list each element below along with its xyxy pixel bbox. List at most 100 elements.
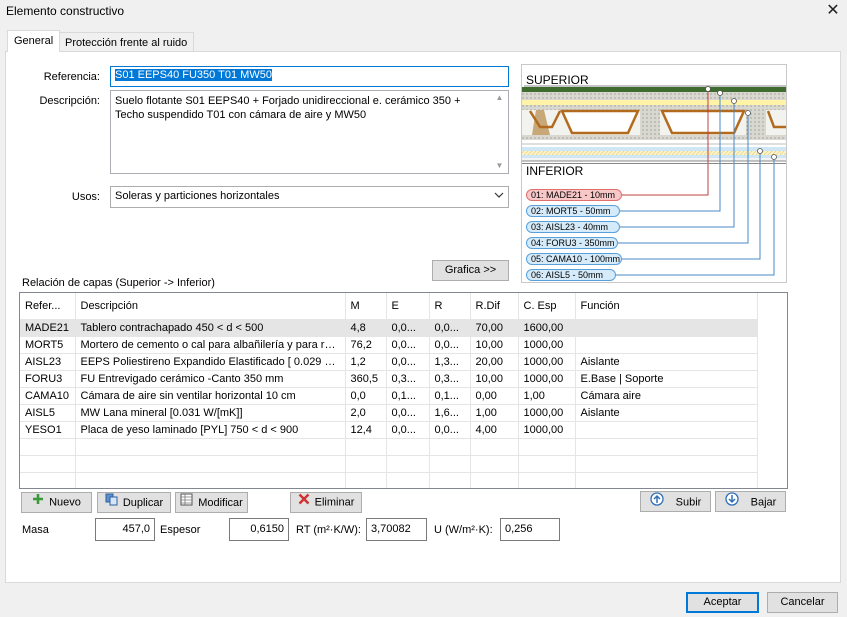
empty-cell — [518, 472, 576, 488]
layers-table[interactable]: Refer... Descripción M E R R.Dif C. Esp Función… — [19, 292, 788, 489]
empty-cell — [518, 455, 576, 473]
espesor-field[interactable]: 0,6150 — [229, 518, 289, 541]
table-cell: AISL23 — [20, 353, 76, 371]
subir-button[interactable]: Subir — [640, 491, 711, 512]
table-cell: 0,0... — [386, 319, 430, 337]
tab-proteccion-ruido[interactable]: Protección frente al ruido — [58, 32, 195, 52]
layer-tag: 04: FORU3 - 350mm — [526, 237, 618, 249]
empty-cell — [518, 438, 576, 456]
referencia-value: S01 EEPS40 FU350 T01 MW50 — [115, 69, 272, 81]
bajar-button[interactable]: Bajar — [715, 491, 786, 512]
column-header[interactable]: Refer... — [20, 293, 76, 320]
column-header[interactable]: Descripción — [75, 293, 346, 320]
descripcion-textarea[interactable]: Suelo flotante S01 EEPS40 + Forjado unid… — [110, 90, 509, 174]
close-icon[interactable]: ✕ — [822, 1, 844, 21]
table-cell: 1000,00 — [518, 421, 576, 439]
empty-cell — [20, 455, 76, 473]
tab-general[interactable]: General — [7, 30, 61, 52]
modificar-label: Modificar — [198, 496, 243, 509]
empty-cell — [575, 455, 758, 473]
masa-label: Masa — [22, 524, 49, 536]
empty-cell — [345, 438, 387, 456]
table-row[interactable]: AISL23 EEPS Poliestireno Expandido Elasti… — [20, 353, 758, 371]
column-header[interactable]: Función — [575, 293, 758, 320]
layer-tag: 03: AISL23 - 40mm — [526, 221, 620, 233]
table-row[interactable]: MORT5 Mortero de cemento o cal para albañ… — [20, 336, 758, 354]
descripcion-scrollbar[interactable]: ▲ ▼ — [491, 91, 508, 173]
layer-tag: 02: MORT5 - 50mm — [526, 205, 620, 217]
eliminar-label: Eliminar — [314, 496, 355, 509]
referencia-label: Referencia: — [43, 71, 100, 83]
usos-label: Usos: — [71, 191, 100, 203]
grafica-button[interactable]: Grafica >> — [432, 260, 509, 281]
rt-field[interactable]: 3,70082 — [366, 518, 427, 541]
table-cell: 1,2 — [345, 353, 387, 371]
column-header[interactable]: E — [386, 293, 430, 320]
column-header[interactable]: R — [429, 293, 471, 320]
table-cell: 360,5 — [345, 370, 387, 388]
table-cell: 0,0... — [429, 336, 471, 354]
chevron-down-icon — [494, 189, 504, 204]
table-cell: CAMA10 — [20, 387, 76, 405]
table-row[interactable]: YESO1 Placa de yeso laminado [PYL] 750 < … — [20, 421, 758, 439]
table-cell: 10,00 — [470, 370, 519, 388]
table-cell: 0,0... — [429, 421, 471, 439]
table-cell: Aislante — [575, 353, 758, 371]
column-header[interactable]: R.Dif — [470, 293, 519, 320]
scroll-up-icon[interactable]: ▲ — [491, 91, 508, 105]
column-header[interactable]: C. Esp — [518, 293, 576, 320]
column-header[interactable]: M — [345, 293, 387, 320]
delete-icon — [298, 493, 310, 512]
eliminar-button[interactable]: Eliminar — [290, 492, 362, 513]
table-row[interactable]: MADE21 Tablero contrachapado 450 < d < 50… — [20, 319, 758, 337]
table-cell: 0,3... — [429, 370, 471, 388]
superior-label: SUPERIOR — [526, 73, 589, 87]
u-field[interactable]: 0,256 — [500, 518, 560, 541]
empty-cell — [75, 438, 346, 456]
layer-tag: 01: MADE21 - 10mm — [526, 189, 622, 201]
add-icon — [32, 493, 44, 512]
nuevo-button[interactable]: Nuevo — [21, 492, 92, 513]
descripcion-label: Descripción: — [39, 95, 100, 107]
table-header-row: Refer... Descripción M E R R.Dif C. Esp Función — [20, 293, 758, 320]
table-cell: 76,2 — [345, 336, 387, 354]
table-cell: EEPS Poliestireno Expandido Elastificado… — [75, 353, 346, 371]
table-row[interactable]: CAMA10 Cámara de aire sin ventilar horizo… — [20, 387, 758, 405]
cancelar-button[interactable]: Cancelar — [767, 592, 838, 613]
table-row[interactable]: FORU3 FU Entrevigado cerámico -Canto 350 … — [20, 370, 758, 388]
aceptar-button[interactable]: Aceptar — [686, 592, 759, 613]
empty-cell — [20, 472, 76, 488]
masa-field[interactable]: 457,0 — [95, 518, 155, 541]
table-cell: 0,0... — [386, 421, 430, 439]
empty-cell — [345, 472, 387, 488]
duplicate-icon — [105, 493, 118, 513]
empty-cell — [386, 455, 430, 473]
u-label: U (W/m²·K): — [434, 524, 493, 536]
table-cell: 0,3... — [386, 370, 430, 388]
bajar-label: Bajar — [750, 496, 777, 509]
table-cell: FORU3 — [20, 370, 76, 388]
inferior-label: INFERIOR — [526, 164, 584, 178]
duplicar-button[interactable]: Duplicar — [97, 492, 171, 513]
modificar-button[interactable]: Modificar — [175, 492, 248, 513]
scroll-down-icon[interactable]: ▼ — [491, 159, 508, 173]
subir-label: Subir — [675, 496, 702, 509]
table-cell — [575, 421, 758, 439]
table-cell: Placa de yeso laminado [PYL] 750 < d < 9… — [75, 421, 346, 439]
table-cell: MORT5 — [20, 336, 76, 354]
usos-select[interactable]: Soleras y particiones horizontales — [110, 186, 509, 208]
empty-cell — [75, 455, 346, 473]
arrow-down-circle-icon — [725, 492, 739, 513]
table-cell: 1000,00 — [518, 336, 576, 354]
table-cell: 0,1... — [386, 387, 430, 405]
empty-row — [20, 472, 758, 488]
espesor-label: Espesor — [160, 524, 201, 536]
arrow-up-circle-icon — [650, 492, 664, 513]
table-row[interactable]: AISL5 MW Lana mineral [0.031 W/[mK]] 2,0 0,… — [20, 404, 758, 422]
referencia-input[interactable]: S01 EEPS40 FU350 T01 MW50 — [110, 66, 509, 87]
nuevo-label: Nuevo — [49, 496, 81, 509]
table-cell: Cámara de aire sin ventilar horizontal 1… — [75, 387, 346, 405]
table-cell: 0,00 — [470, 387, 519, 405]
table-body: MADE21 Tablero contrachapado 450 < d < 50… — [20, 319, 758, 488]
table-cell: 0,0... — [386, 336, 430, 354]
